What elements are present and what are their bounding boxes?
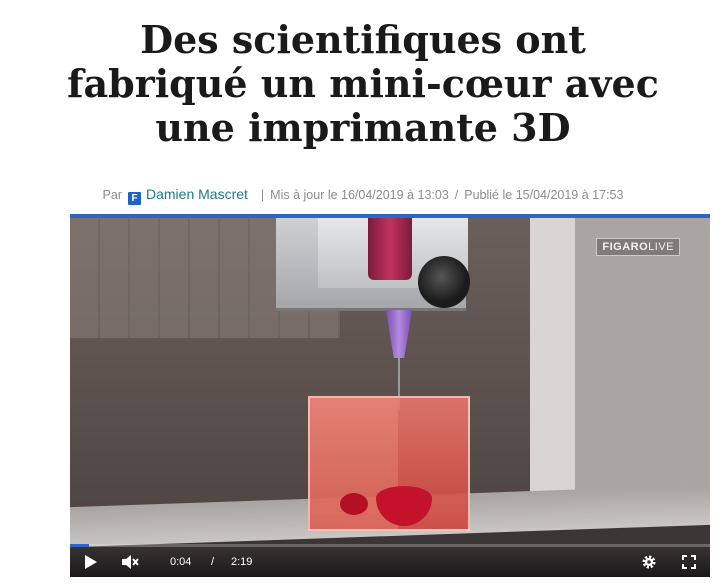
printer-knob (418, 256, 470, 308)
figaro-live-logo: FIGAROLIVE (596, 238, 680, 256)
muted-speaker-icon (122, 555, 139, 569)
headline-line-2: fabriqué un mini-cœur avec (67, 61, 659, 106)
article-byline: Par F Damien Mascret | Mis à jour le 16/04/2… (0, 186, 726, 205)
duration: 2:19 (231, 556, 253, 568)
time-separator: / (211, 556, 215, 568)
updated-date: Mis à jour le 16/04/2019 à 13:03 (270, 188, 449, 202)
syringe (368, 218, 412, 280)
play-icon (85, 555, 97, 569)
video-player[interactable]: FIGAROLIVE 0:04 / 2:19 (70, 214, 710, 577)
mute-button[interactable] (121, 554, 139, 570)
play-button[interactable] (84, 554, 98, 570)
byline-separator: | (260, 188, 265, 202)
current-time: 0:04 (170, 556, 192, 568)
fullscreen-button[interactable] (682, 555, 696, 569)
video-controls: 0:04 / 2:19 (70, 543, 710, 577)
figaro-author-icon: F (128, 192, 141, 205)
byline-by-label: Par (102, 188, 122, 202)
gear-icon (642, 555, 656, 569)
logo-live: LIVE (648, 241, 674, 253)
progress-bar[interactable] (70, 544, 710, 547)
settings-button[interactable] (641, 554, 657, 570)
article-headline: Des scientifiques ont fabriqué un mini-c… (0, 18, 726, 150)
author-link[interactable]: Damien Mascret (146, 186, 248, 202)
headline-line-1: Des scientifiques ont (140, 17, 586, 62)
published-date: Publié le 15/04/2019 à 17:53 (464, 188, 624, 202)
progress-fill (70, 544, 90, 547)
fullscreen-icon (682, 555, 696, 569)
logo-brand: FIGARO (602, 241, 649, 253)
video-frame (70, 218, 710, 577)
headline-line-3: une imprimante 3D (155, 105, 571, 150)
byline-separator: / (454, 188, 459, 202)
